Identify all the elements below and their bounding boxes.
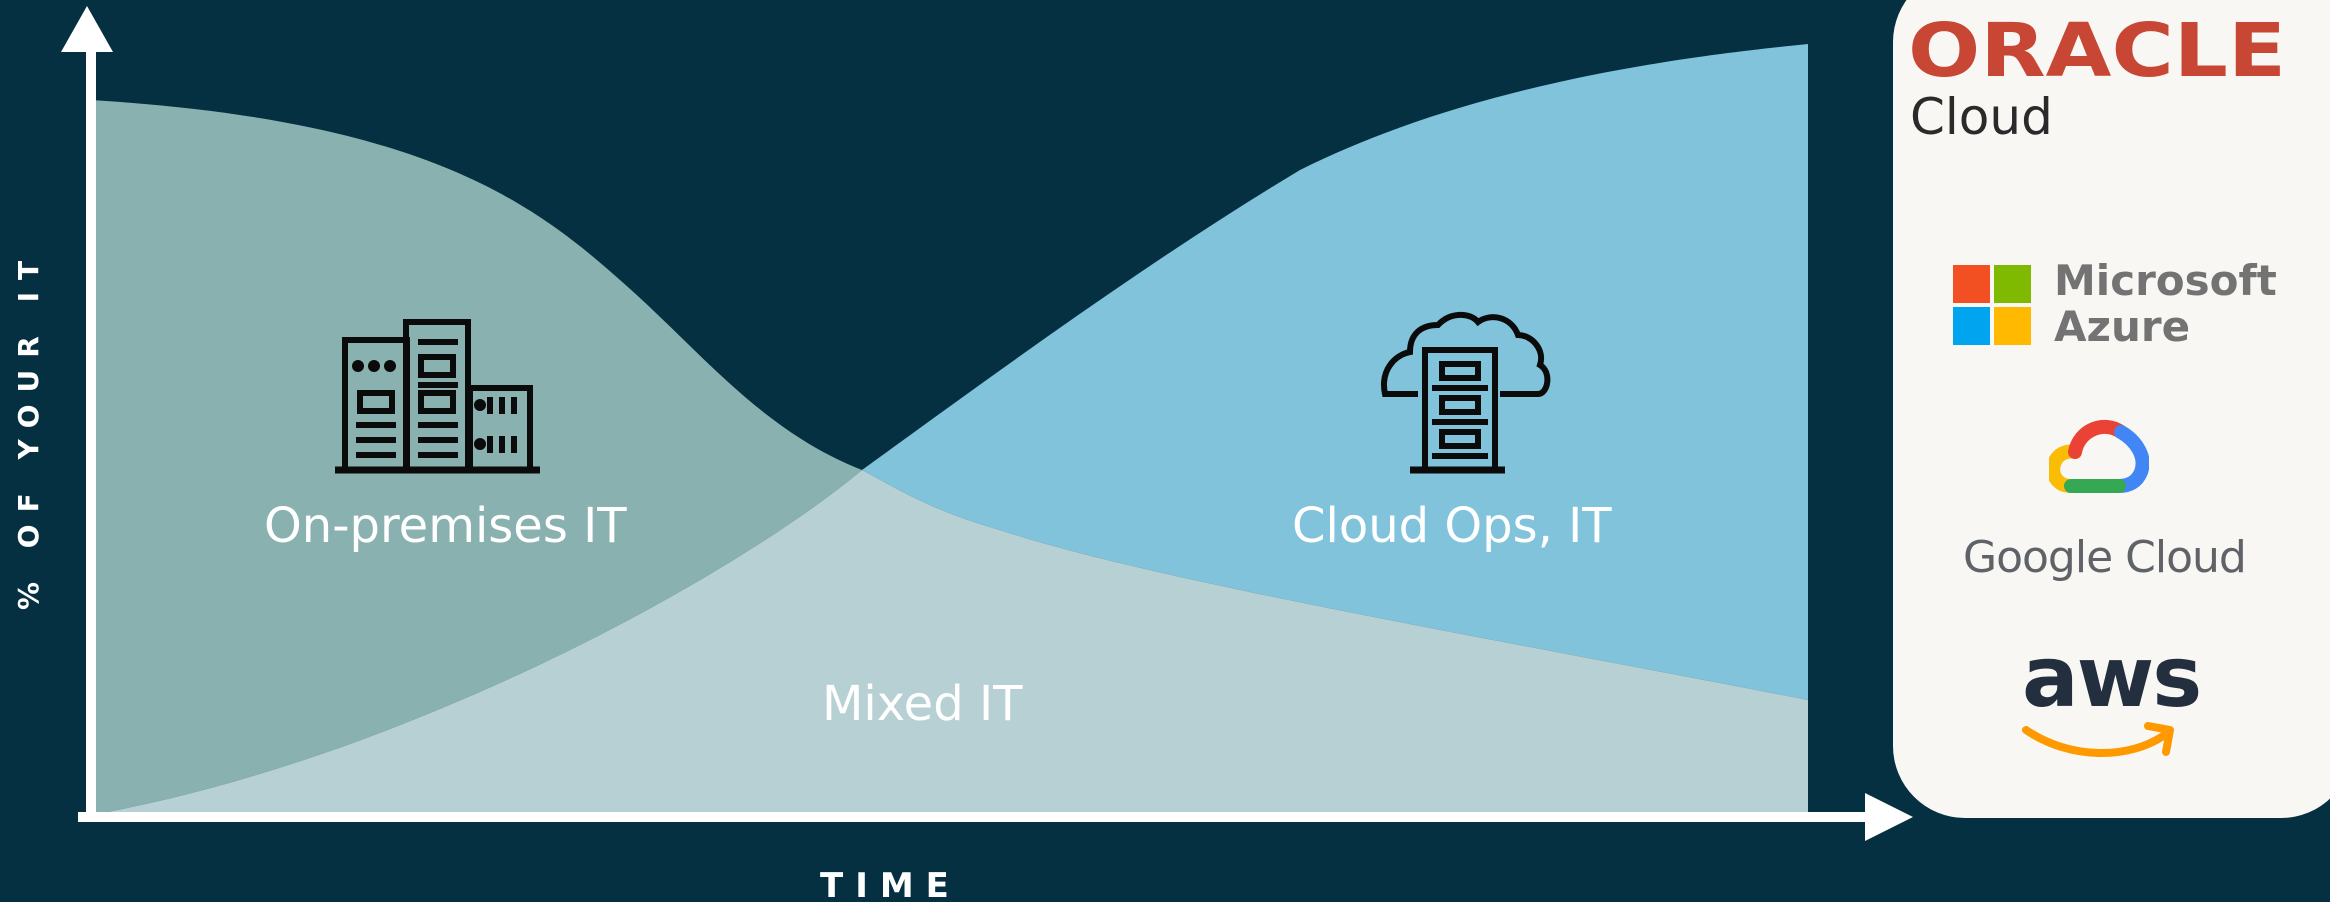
x-axis-line <box>78 812 1878 822</box>
microsoft-azure-label: Microsoft Azure <box>2054 256 2277 351</box>
y-axis-arrowhead <box>61 6 113 52</box>
aws-label: aws <box>2022 628 2202 726</box>
mixed-label: Mixed IT <box>822 676 1023 732</box>
cloud-ops-label: Cloud Ops, IT <box>1292 498 1612 554</box>
google-cloud-label: Google Cloud <box>1963 532 2247 583</box>
on-premises-label: On-premises IT <box>264 498 627 554</box>
svg-text:ORACLE: ORACLE <box>1908 14 2286 90</box>
aws-smile-icon <box>2022 722 2174 757</box>
google-cloud-icon <box>2049 419 2149 493</box>
microsoft-logo-icon <box>1953 265 2033 347</box>
oracle-logo: ORACLE <box>1908 14 2286 90</box>
x-axis-title: TIME <box>820 866 961 902</box>
y-axis-line <box>86 40 96 822</box>
x-axis-arrowhead <box>1865 793 1913 841</box>
oracle-cloud-label: Cloud <box>1910 88 2053 146</box>
y-axis-title: % OF YOUR IT <box>12 249 45 610</box>
